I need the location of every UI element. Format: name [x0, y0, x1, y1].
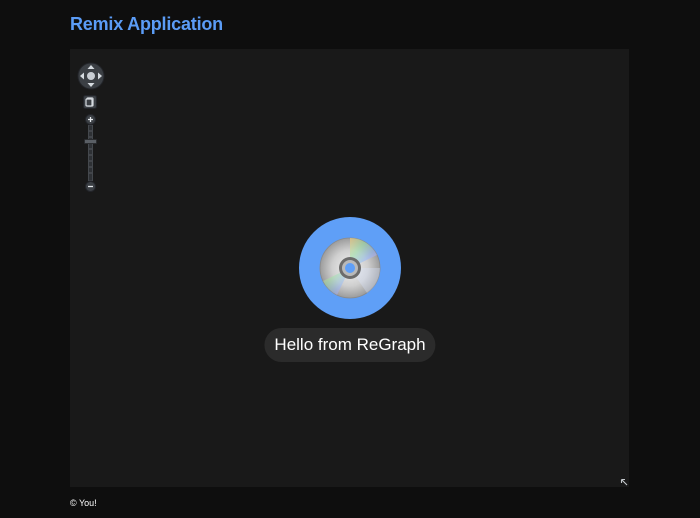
footer-copyright: © You!	[70, 498, 97, 508]
graph-canvas[interactable]: Hello from ReGraph	[70, 49, 629, 487]
zoom-slider-track[interactable]	[86, 125, 95, 181]
cd-disc-icon	[319, 237, 381, 299]
expand-corner-icon[interactable]	[620, 478, 629, 487]
graph-node[interactable]	[299, 217, 401, 319]
zoom-out-icon[interactable]	[85, 181, 96, 192]
node-label[interactable]: Hello from ReGraph	[264, 328, 436, 362]
app-title: Remix Application	[70, 14, 223, 34]
zoom-slider-handle[interactable]	[84, 139, 97, 145]
pan-arrows-icon[interactable]	[77, 62, 105, 90]
zoom-in-icon[interactable]	[85, 114, 96, 125]
page: Remix Application Hello from ReGraph © Y…	[0, 0, 700, 518]
fit-to-window-icon[interactable]	[83, 95, 97, 109]
